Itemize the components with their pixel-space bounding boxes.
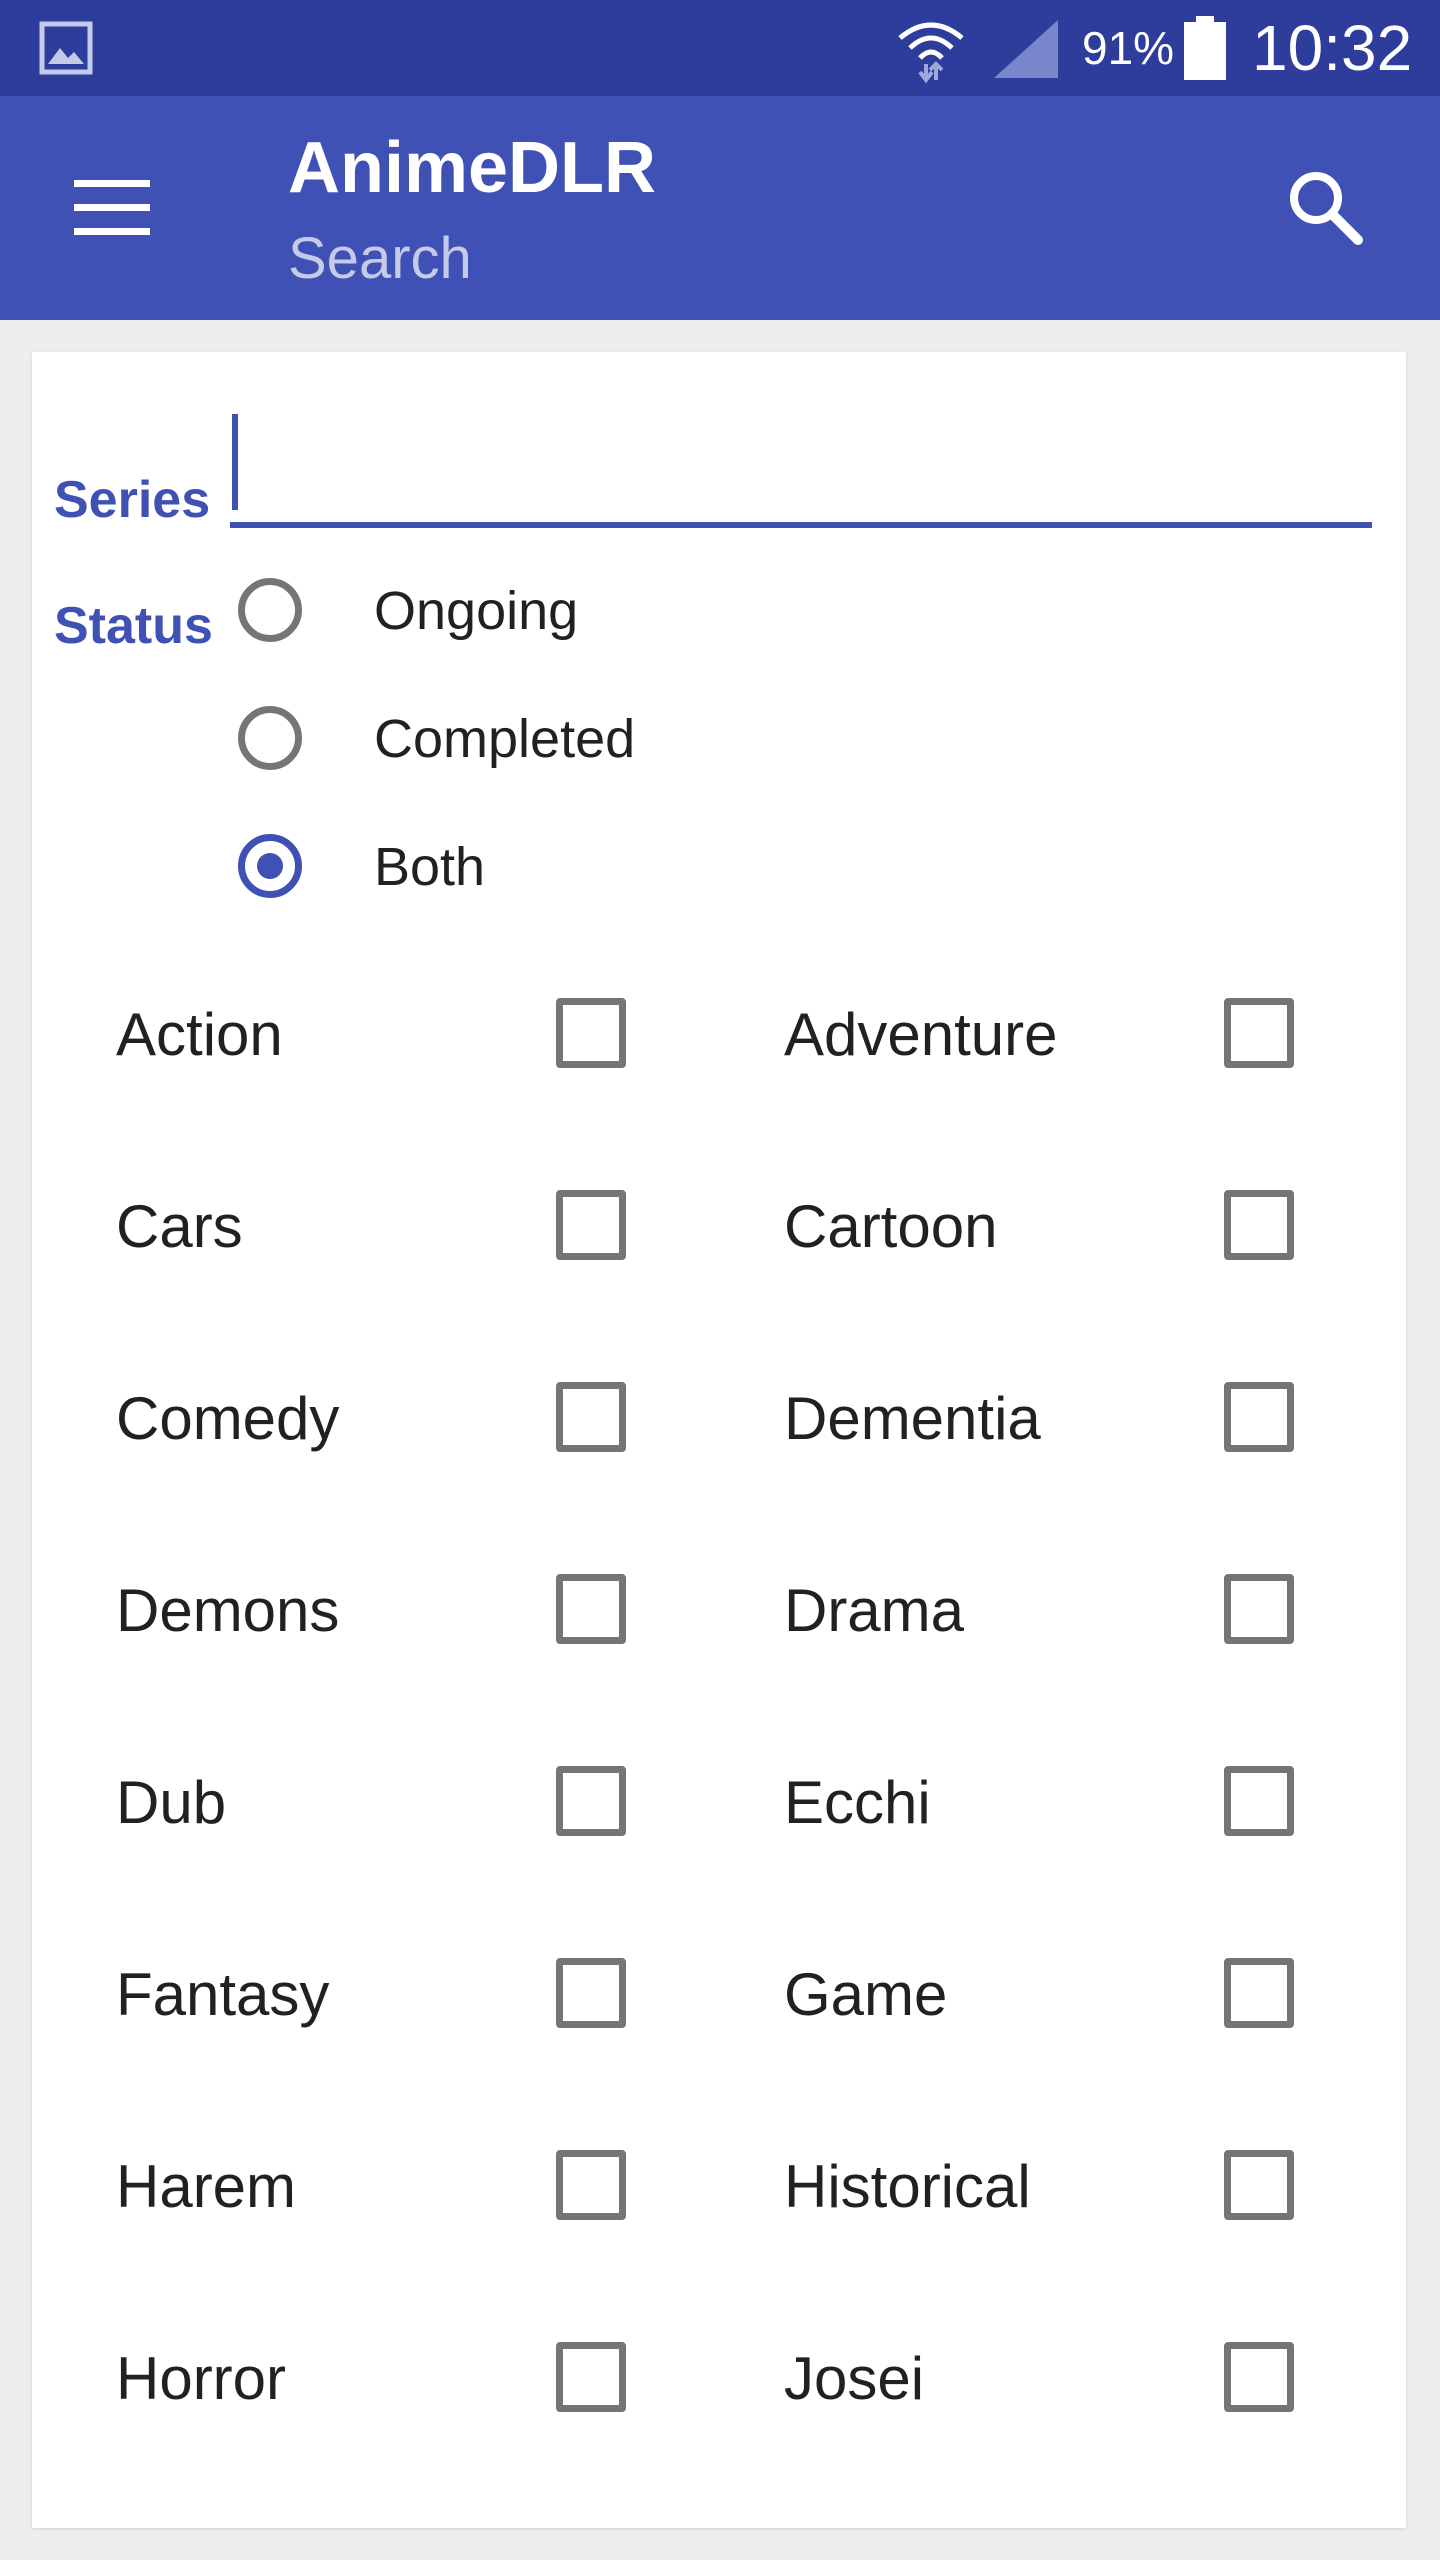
series-input[interactable] xyxy=(230,412,1372,528)
genre-label-drama: Drama xyxy=(784,1577,965,1644)
text-cursor xyxy=(232,414,238,510)
genre-checkbox-josei[interactable] xyxy=(1224,2342,1294,2412)
radio-button[interactable] xyxy=(238,578,302,642)
genre-checkbox-drama[interactable] xyxy=(1224,1574,1294,1644)
signal-icon xyxy=(994,20,1058,78)
genre-checkbox-cars[interactable] xyxy=(556,1190,626,1260)
status-label: Status xyxy=(54,597,213,655)
genre-checkbox-comedy[interactable] xyxy=(556,1382,626,1452)
genre-checkbox-cartoon[interactable] xyxy=(1224,1190,1294,1260)
genre-checkbox-horror[interactable] xyxy=(556,2342,626,2412)
genre-label-dementia: Dementia xyxy=(784,1385,1041,1452)
app-title: AnimeDLR xyxy=(288,128,657,208)
battery-percent: 91% xyxy=(1082,22,1175,74)
status-bar: 91% 10:32 xyxy=(0,0,1440,96)
clock: 10:32 xyxy=(1252,12,1413,84)
genre-label-game: Game xyxy=(784,1961,948,2028)
genre-checkbox-demons[interactable] xyxy=(556,1574,626,1644)
radio-label: Both xyxy=(374,837,486,897)
app-bar: AnimeDLR Search xyxy=(0,96,1440,320)
genre-label-ecchi: Ecchi xyxy=(784,1769,931,1836)
genre-label-comedy: Comedy xyxy=(116,1385,340,1452)
genre-checkbox-harem[interactable] xyxy=(556,2150,626,2220)
series-label: Series xyxy=(54,471,211,529)
battery-icon xyxy=(1184,16,1226,80)
search-icon[interactable] xyxy=(1286,168,1366,248)
wifi-icon xyxy=(898,22,964,84)
app-subtitle: Search xyxy=(288,226,472,291)
genre-label-action: Action xyxy=(116,1001,283,1068)
radio-button-checked[interactable] xyxy=(238,834,302,898)
menu-icon[interactable] xyxy=(74,180,150,236)
radio-label: Ongoing xyxy=(374,581,579,641)
genre-checkbox-adventure[interactable] xyxy=(1224,998,1294,1068)
genre-label-josei: Josei xyxy=(784,2345,925,2412)
search-form-card: Series Status Ongoing Completed Both Act… xyxy=(32,352,1406,2528)
genre-checkbox-ecchi[interactable] xyxy=(1224,1766,1294,1836)
genre-checkbox-historical[interactable] xyxy=(1224,2150,1294,2220)
genre-label-harem: Harem xyxy=(116,2153,297,2220)
genre-label-horror: Horror xyxy=(116,2345,287,2412)
genre-checkbox-action[interactable] xyxy=(556,998,626,1068)
genre-label-dub: Dub xyxy=(116,1769,227,1836)
genre-label-historical: Historical xyxy=(784,2153,1031,2220)
genre-label-fantasy: Fantasy xyxy=(116,1961,330,2028)
genre-checkbox-fantasy[interactable] xyxy=(556,1958,626,2028)
genre-label-demons: Demons xyxy=(116,1577,340,1644)
genre-checkbox-dub[interactable] xyxy=(556,1766,626,1836)
radio-label: Completed xyxy=(374,709,636,769)
gallery-icon xyxy=(39,21,93,75)
genre-label-cartoon: Cartoon xyxy=(784,1193,998,1260)
genre-checkbox-dementia[interactable] xyxy=(1224,1382,1294,1452)
genre-label-cars: Cars xyxy=(116,1193,243,1260)
radio-button[interactable] xyxy=(238,706,302,770)
genre-label-adventure: Adventure xyxy=(784,1001,1058,1068)
genre-checkbox-game[interactable] xyxy=(1224,1958,1294,2028)
